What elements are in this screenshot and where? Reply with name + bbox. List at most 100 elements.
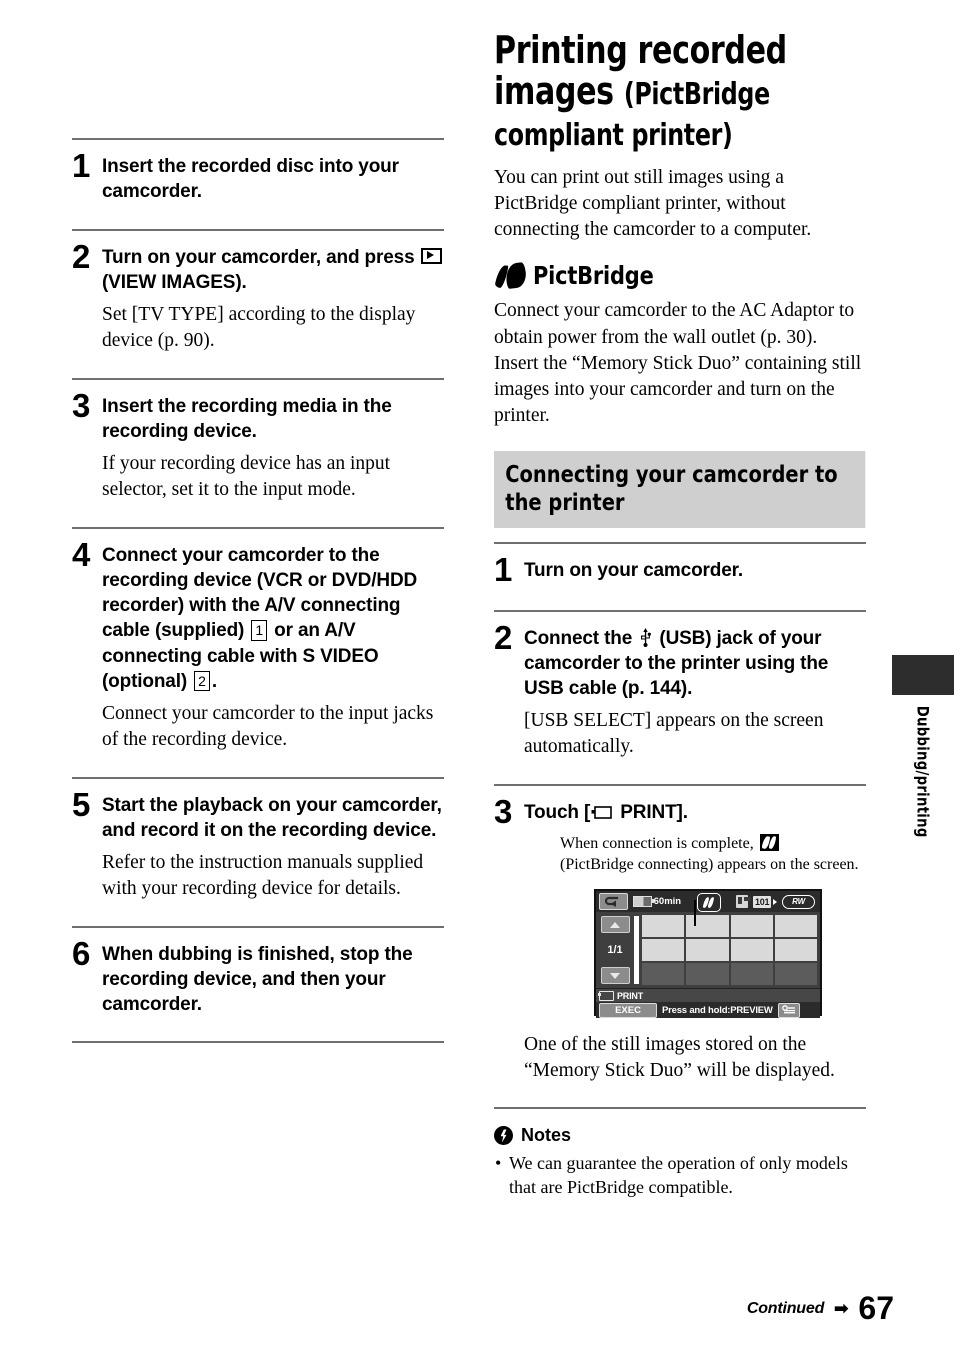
- step-heading: Start the playback on your camcorder, an…: [102, 794, 442, 841]
- view-images-icon: [420, 247, 442, 264]
- step-right-1: 1 Turn on your camcorder.: [494, 544, 866, 589]
- lcd-back-button[interactable]: [599, 893, 628, 910]
- step-note: Refer to the instruction manuals supplie…: [102, 852, 424, 899]
- side-tab-label: Dubbing/printing: [913, 705, 933, 838]
- section-header: Connecting your camcorder to the printer: [494, 451, 866, 529]
- memory-stick-icon: [736, 895, 752, 908]
- lcd-caption-post: (PictBridge connecting) appears on the s…: [560, 855, 859, 873]
- folder-arrow-icon: [773, 898, 778, 905]
- thumbnail-cell-empty: [774, 963, 817, 985]
- step-heading-text-2: (VIEW IMAGES).: [102, 271, 247, 293]
- thumbnail-cell-empty: [686, 963, 729, 985]
- step-number: 2: [494, 618, 513, 656]
- thumbnail-cell[interactable]: [686, 939, 729, 961]
- lcd-caption: When connection is complete, (PictBridge…: [560, 834, 866, 875]
- page-number: 67: [858, 1290, 894, 1326]
- step-heading: Turn on your camcorder.: [524, 560, 743, 582]
- divider: [72, 1041, 444, 1044]
- lcd-illustration: 60min 101 RW 1/1 PRINT EXEC Press and ho…: [594, 889, 866, 1018]
- notes-list: We can guarantee the operation of only m…: [494, 1152, 866, 1199]
- lcd-scroll-up-button[interactable]: [600, 916, 630, 933]
- folder-number: 101: [753, 895, 772, 908]
- thumbnail-cell-empty: [642, 963, 685, 985]
- lcd-thumbnail-area: 1/1: [596, 912, 820, 988]
- lcd-page-indicator: 1/1: [607, 944, 623, 956]
- lcd-folder-indicator: 101: [753, 895, 778, 908]
- lcd-caption-pre: When connection is complete,: [560, 835, 758, 853]
- step-left-4: 4 Connect your camcorder to the recordin…: [72, 529, 444, 753]
- pictbridge-connecting-icon: [759, 834, 779, 852]
- lcd-status-bar: 60min 101 RW: [596, 891, 820, 912]
- lcd-print-row[interactable]: PRINT: [596, 988, 820, 1002]
- intro-paragraph: You can print out still images using a P…: [494, 167, 812, 241]
- continued-arrow-icon: ➡: [834, 1298, 849, 1318]
- print-row-icon: [598, 990, 614, 1001]
- reference-marker-1: 1: [251, 620, 268, 641]
- battery-time: 60min: [653, 896, 682, 907]
- lcd-exec-button[interactable]: EXEC: [599, 1002, 657, 1018]
- after-lcd-note: One of the still images stored on the “M…: [524, 1034, 835, 1081]
- step-number: 1: [72, 147, 91, 184]
- title-line-1: Printing recorded: [494, 28, 787, 72]
- divider: [494, 1107, 866, 1110]
- lcd-scrollbar[interactable]: [634, 916, 639, 984]
- step-note: [USB SELECT] appears on the screen autom…: [524, 710, 824, 758]
- step-number: 3: [72, 386, 91, 424]
- step-right-3: 3 Touch [ PRINT]. When connection is com…: [494, 786, 866, 1084]
- thumbnail-cell[interactable]: [774, 915, 817, 937]
- step-heading: Turn on your camcorder, and press (VIEW …: [102, 245, 444, 296]
- step-number: 3: [494, 792, 513, 830]
- step-left-6: 6 When dubbing is finished, stop the rec…: [72, 928, 444, 1018]
- left-column: 1 Insert the recorded disc into your cam…: [72, 0, 444, 1044]
- step-heading-text-3: .: [211, 670, 217, 692]
- lcd-action-bar: EXEC Press and hold:PREVIEW: [596, 1002, 820, 1018]
- step-number: 1: [494, 551, 513, 589]
- notes-title: Notes: [521, 1125, 572, 1146]
- lcd-scroll-down-button[interactable]: [600, 967, 630, 984]
- title-line-2: images: [494, 69, 614, 114]
- side-tab-label-wrap: Dubbing/printing: [892, 700, 954, 920]
- lcd-screen: 60min 101 RW 1/1 PRINT EXEC Press and ho…: [594, 889, 822, 1018]
- step-left-3: 3 Insert the recording media in the reco…: [72, 380, 444, 503]
- print-icon: [591, 801, 612, 819]
- step-left-2: 2 Turn on your camcorder, and press (VIE…: [72, 231, 444, 354]
- battery-icon: [632, 896, 654, 907]
- step-heading: Insert the recording media in the record…: [102, 395, 392, 442]
- step-number: 6: [72, 934, 91, 972]
- pictbridge-wordmark: PictBridge: [533, 261, 654, 291]
- step-right-2: 2 Connect the (USB) jack of your camcord…: [494, 612, 866, 760]
- thumbnail-cell[interactable]: [774, 939, 817, 961]
- reference-marker-2: 2: [194, 670, 210, 692]
- callout-leader-line: [694, 900, 696, 926]
- step-heading-text-2: PRINT].: [615, 801, 688, 823]
- step-note: Connect your camcorder to the input jack…: [102, 703, 434, 750]
- lcd-hold-hint: Press and hold:PREVIEW: [662, 1004, 773, 1016]
- disc-label: RW: [792, 897, 805, 906]
- step-heading: Connect your camcorder to the recording …: [102, 543, 444, 695]
- thumbnail-cell-empty: [730, 963, 773, 985]
- step-number: 4: [72, 535, 91, 573]
- right-column: Printing recorded images (PictBridge comp…: [494, 0, 866, 1199]
- step-heading: Touch [ PRINT].: [524, 800, 866, 825]
- thumbnail-cell[interactable]: [642, 915, 685, 937]
- disc-type-icon: RW: [782, 894, 815, 909]
- lcd-battery-indicator: 60min: [632, 896, 682, 907]
- step-heading-text: Touch [: [524, 801, 591, 823]
- pictbridge-mark-icon: [494, 261, 528, 289]
- lcd-options-button[interactable]: [777, 1002, 800, 1018]
- step-note: If your recording device has an input se…: [102, 453, 391, 500]
- step-note: Set [TV TYPE] according to the display d…: [102, 304, 416, 351]
- step-heading-text: Connect the: [524, 627, 638, 649]
- thumbnail-cell[interactable]: [642, 939, 685, 961]
- step-heading: When dubbing is finished, stop the recor…: [102, 943, 413, 1016]
- page-title: Printing recorded images (PictBridge comp…: [494, 0, 864, 153]
- page-footer: Continued ➡ 67: [494, 1290, 894, 1327]
- lcd-pictbridge-icon: [697, 893, 721, 912]
- thumbnail-cell[interactable]: [730, 939, 773, 961]
- thumbnail-cell[interactable]: [686, 915, 729, 937]
- lcd-thumbnail-grid: [642, 912, 820, 988]
- step-number: 2: [72, 237, 91, 275]
- step-left-5: 5 Start the playback on your camcorder, …: [72, 779, 444, 902]
- pictbridge-paragraph: Connect your camcorder to the AC Adaptor…: [494, 300, 862, 426]
- thumbnail-cell[interactable]: [730, 915, 773, 937]
